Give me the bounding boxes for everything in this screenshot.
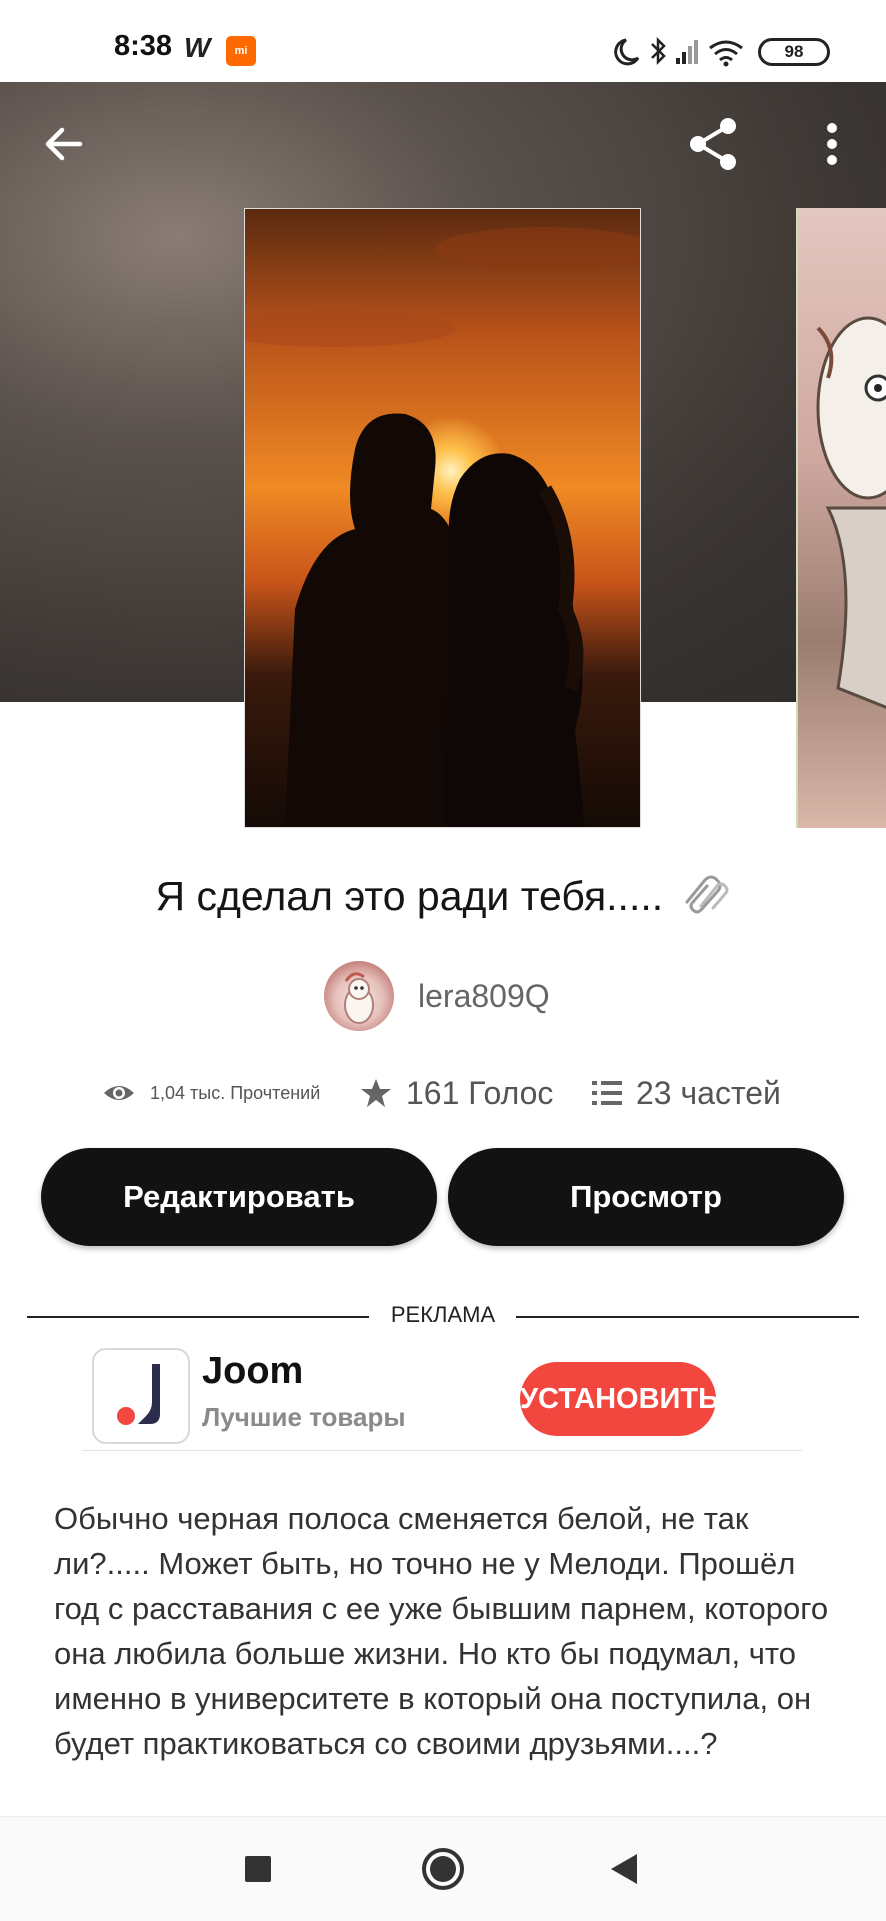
ad-install-button[interactable]: УСТАНОВИТЬ bbox=[520, 1362, 719, 1436]
triangle-back-icon bbox=[611, 1854, 637, 1884]
mi-notification-icon: mi bbox=[226, 36, 256, 66]
square-icon bbox=[245, 1856, 271, 1882]
status-icons bbox=[614, 36, 743, 67]
arrow-left-icon bbox=[45, 127, 83, 161]
story-stats: 1,04 тыс. Прочтений 161 Голос 23 частей bbox=[0, 1068, 886, 1118]
list-icon bbox=[592, 1081, 622, 1105]
back-nav-button[interactable] bbox=[592, 1841, 656, 1897]
parts-count: 23 частей bbox=[636, 1074, 781, 1111]
app-notification-icon: W bbox=[184, 32, 211, 63]
share-button[interactable] bbox=[674, 104, 754, 184]
ad-divider-left bbox=[27, 1316, 369, 1318]
author-avatar[interactable] bbox=[324, 961, 394, 1031]
reads-count: 1,04 тыс. Прочтений bbox=[150, 1082, 321, 1103]
ad-app-name[interactable]: Joom bbox=[202, 1350, 303, 1393]
votes-stat: 161 Голос bbox=[360, 1068, 553, 1118]
battery-indicator: 98 bbox=[758, 38, 830, 66]
status-bar: 8:38 W mi 98 bbox=[0, 0, 886, 82]
edit-button[interactable]: Редактировать bbox=[41, 1148, 437, 1246]
story-description: Обычно черная полоса сменяется белой, не… bbox=[54, 1501, 829, 1761]
parts-stat: 23 частей bbox=[592, 1068, 781, 1118]
circle-icon bbox=[422, 1848, 464, 1890]
view-button[interactable]: Просмотр bbox=[448, 1148, 844, 1246]
home-button[interactable] bbox=[411, 1841, 475, 1897]
back-button[interactable] bbox=[24, 104, 104, 184]
status-time: 8:38 bbox=[114, 30, 173, 62]
share-icon bbox=[690, 118, 736, 170]
ad-app-tagline: Лучшие товары bbox=[202, 1402, 406, 1432]
author-link[interactable]: lera809Q bbox=[324, 960, 550, 1032]
ad-label: РЕКЛАМА bbox=[390, 1302, 496, 1327]
more-options-button[interactable] bbox=[792, 104, 872, 184]
cover-illustration bbox=[245, 209, 640, 827]
system-nav-bar bbox=[0, 1816, 886, 1921]
paperclip-icon bbox=[679, 872, 731, 926]
ad-divider-right bbox=[516, 1316, 859, 1318]
story-cover-image[interactable] bbox=[244, 208, 641, 828]
next-cover-illustration bbox=[816, 316, 886, 709]
votes-count: 161 Голос bbox=[406, 1074, 554, 1111]
ad-card[interactable]: Joom Лучшие товары УСТАНОВИТЬ bbox=[82, 1340, 802, 1451]
recents-button[interactable] bbox=[226, 1841, 290, 1897]
reads-stat: 1,04 тыс. Прочтений bbox=[102, 1068, 320, 1118]
eye-icon bbox=[104, 1086, 134, 1100]
more-vertical-icon bbox=[827, 123, 837, 165]
story-title: Я сделал это ради тебя..... bbox=[0, 872, 886, 926]
star-icon bbox=[361, 1079, 391, 1107]
story-title-text: Я сделал это ради тебя..... bbox=[155, 872, 664, 919]
joom-app-icon[interactable] bbox=[92, 1348, 190, 1444]
author-name[interactable]: lera809Q bbox=[418, 978, 550, 1015]
next-story-cover[interactable] bbox=[796, 208, 886, 828]
